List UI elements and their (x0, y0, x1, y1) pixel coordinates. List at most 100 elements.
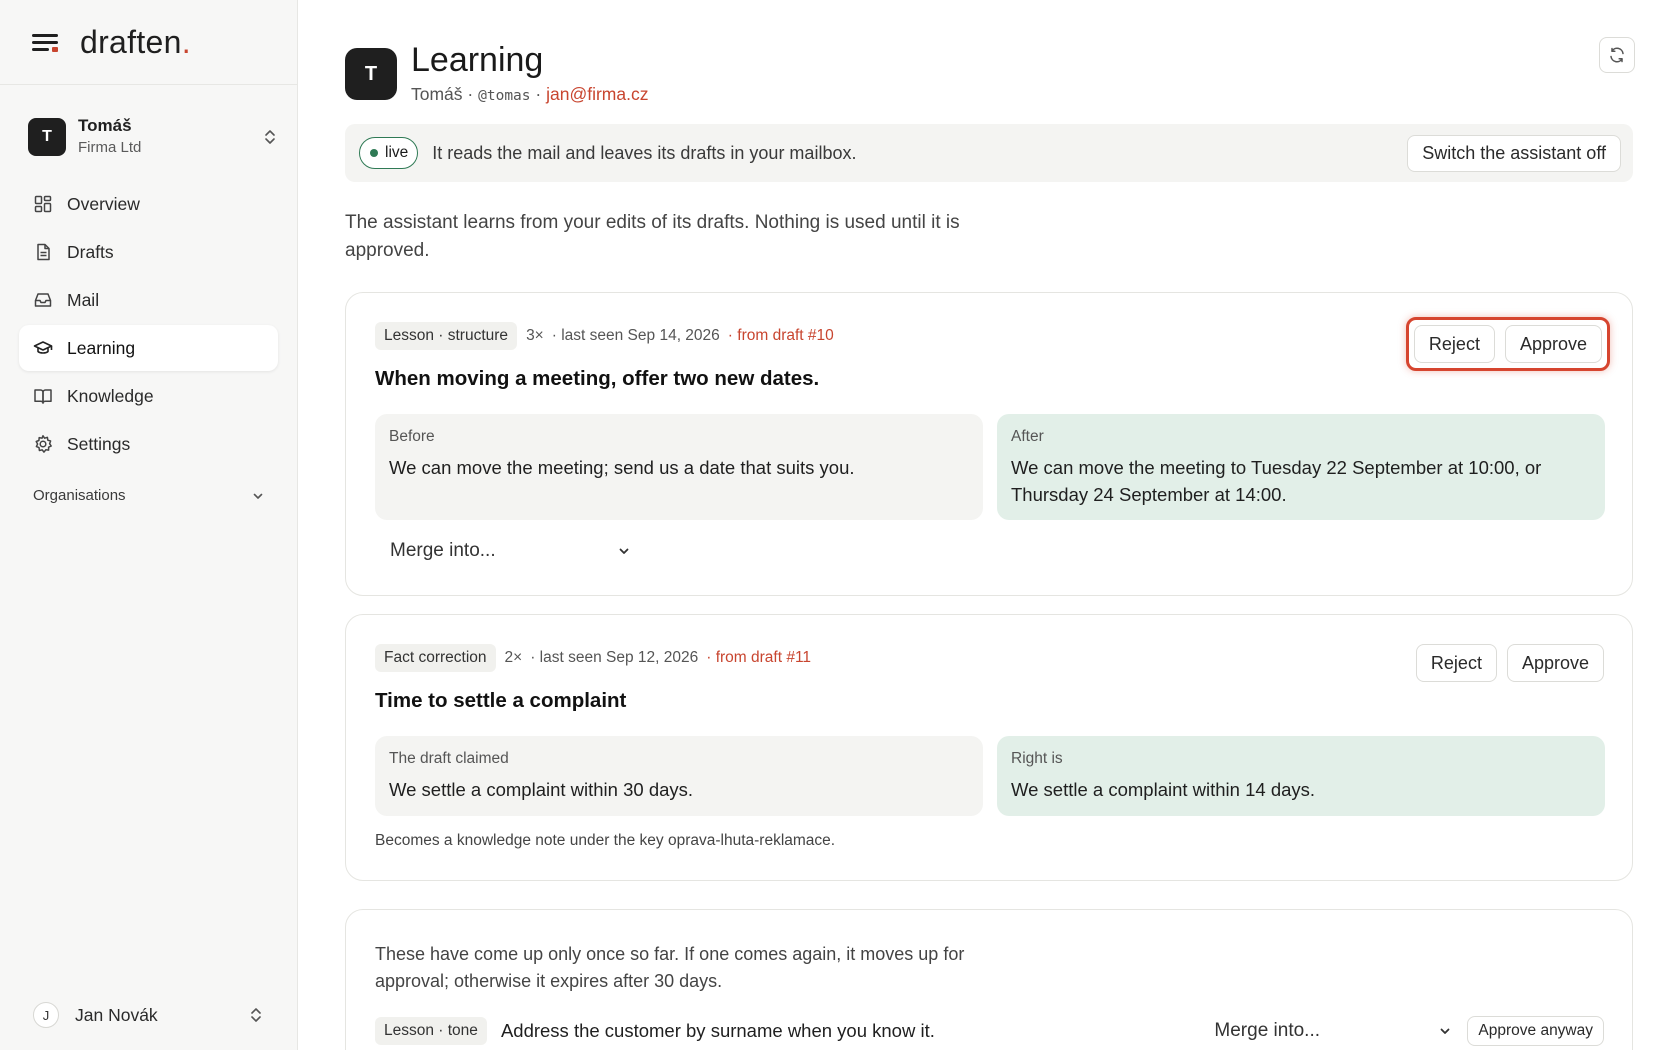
lesson-actions: Reject Approve (1405, 317, 1610, 371)
user-menu[interactable]: J Jan Novák (33, 1002, 263, 1028)
claimed-label: The draft claimed (389, 750, 509, 767)
gear-icon (33, 434, 53, 454)
chevron-down-icon (1441, 1028, 1450, 1034)
separator: · (467, 84, 474, 104)
chevron-down-icon (619, 548, 629, 554)
sidebar-item-drafts[interactable]: Drafts (19, 229, 278, 275)
lesson-title: Time to settle a complaint (375, 689, 627, 712)
chevron-up-down-icon (265, 130, 275, 144)
overview-icon (33, 194, 53, 214)
before-box: Before We can move the meeting; send us … (375, 414, 983, 520)
brand-bar: draften. (0, 0, 297, 85)
organisations-label: Organisations (33, 487, 126, 504)
claimed-text: We settle a complaint within 30 days. (389, 779, 694, 800)
banner-text: It reads the mail and leaves its drafts … (432, 142, 857, 163)
account-org: Firma Ltd (78, 139, 142, 157)
menu-icon[interactable] (32, 32, 58, 52)
claimed-box: The draft claimed We settle a complaint … (375, 736, 983, 816)
correct-text: We settle a complaint within 14 days. (1011, 779, 1316, 800)
sidebar-item-label: Overview (67, 193, 140, 214)
user-avatar: J (33, 1002, 59, 1028)
claim-correction-compare: The draft claimed We settle a complaint … (375, 736, 1605, 816)
intro-text: The assistant learns from your edits of … (345, 212, 960, 261)
occurrence-count: 2× (504, 649, 523, 666)
sidebar-item-mail[interactable]: Mail (19, 277, 278, 323)
logo[interactable]: draften. (80, 24, 191, 61)
lesson-type-tag: Lesson · structure (375, 322, 518, 350)
last-seen: · last seen Sep 14, 2026 (551, 327, 720, 344)
lesson-meta: Lesson · structure 3× · last seen Sep 14… (375, 322, 834, 350)
page-title: Learning (411, 41, 544, 79)
correct-label: Right is (1011, 750, 1063, 767)
main-content: T Learning Tomáš · @tomas · jan@firma.cz… (345, 0, 1635, 1050)
mail-icon (33, 290, 53, 310)
account-avatar: T (28, 118, 66, 156)
merge-select-value: Merge into... (390, 540, 496, 561)
merge-select-value: Merge into... (1214, 1020, 1321, 1041)
reject-button[interactable]: Reject (1413, 325, 1495, 363)
sidebar-nav: Overview Drafts Mail Learning Knowledge (0, 181, 297, 467)
assistant-avatar: T (345, 48, 397, 100)
page-subtitle: Tomáš · @tomas · jan@firma.cz (411, 84, 648, 105)
source-draft-link[interactable]: · from draft #10 (728, 327, 834, 345)
chevron-down-icon (253, 493, 263, 499)
approve-button[interactable]: Approve (1506, 644, 1604, 682)
separator: · (535, 84, 542, 104)
approve-button[interactable]: Approve (1504, 325, 1602, 363)
sidebar-item-label: Knowledge (67, 385, 154, 406)
organisations-toggle[interactable]: Organisations (33, 487, 278, 504)
sidebar-item-overview[interactable]: Overview (19, 181, 278, 227)
status-dot-icon (370, 149, 378, 157)
sidebar-item-label: Drafts (67, 241, 114, 262)
knowledge-note-hint: Becomes a knowledge note under the key o… (375, 832, 836, 849)
fact-correction-card: Fact correction 2× · last seen Sep 12, 2… (345, 614, 1633, 881)
status-banner: live It reads the mail and leaves its dr… (345, 124, 1633, 182)
user-name: Jan Novák (75, 1004, 158, 1025)
after-text: We can move the meeting to Tuesday 22 Se… (1011, 457, 1542, 505)
pending-intro: These have come up only once so far. If … (375, 944, 965, 991)
merge-into-select[interactable]: Merge into... (375, 531, 645, 571)
page-header: T Learning Tomáš · @tomas · jan@firma.cz (345, 40, 648, 105)
switch-assistant-off-button[interactable]: Switch the assistant off (1407, 134, 1621, 172)
sidebar-item-settings[interactable]: Settings (19, 421, 278, 467)
book-icon (33, 386, 53, 406)
sidebar-item-label: Settings (67, 433, 131, 454)
pending-lesson-row: Lesson · tone Address the customer by su… (375, 1016, 1604, 1046)
account-name: Tomáš (78, 116, 132, 136)
sidebar: draften. T Tomáš Firma Ltd Overview Draf… (0, 0, 298, 1050)
owner-name: Tomáš (411, 84, 463, 104)
refresh-icon (1610, 47, 1624, 63)
owner-email-link[interactable]: jan@firma.cz (546, 84, 648, 104)
sidebar-item-label: Learning (67, 337, 136, 358)
sidebar-item-learning[interactable]: Learning (19, 325, 278, 371)
graduation-cap-icon (33, 338, 53, 358)
chevron-up-down-icon (251, 1008, 261, 1022)
occurrence-count: 3× (526, 327, 544, 344)
lesson-actions: Reject Approve (1415, 644, 1604, 682)
approve-anyway-button[interactable]: Approve anyway (1467, 1016, 1604, 1046)
sidebar-item-knowledge[interactable]: Knowledge (19, 373, 278, 419)
account-switcher[interactable]: T Tomáš Firma Ltd (28, 115, 277, 159)
owner-handle: @tomas (478, 88, 531, 104)
sidebar-item-label: Mail (67, 289, 100, 310)
before-after-compare: Before We can move the meeting; send us … (375, 414, 1605, 520)
drafts-icon (33, 242, 53, 262)
source-draft-link[interactable]: · from draft #11 (706, 649, 811, 667)
last-seen: · last seen Sep 12, 2026 (530, 649, 699, 666)
after-label: After (1011, 428, 1044, 445)
refresh-button[interactable] (1599, 37, 1635, 73)
after-box: After We can move the meeting to Tuesday… (997, 414, 1605, 520)
merge-into-select[interactable]: Merge into... (1206, 1020, 1451, 1042)
lesson-title: When moving a meeting, offer two new dat… (375, 367, 820, 390)
reject-button[interactable]: Reject (1415, 644, 1497, 682)
correct-box: Right is We settle a complaint within 14… (997, 736, 1605, 816)
pending-lesson-text: Address the customer by surname when you… (500, 1020, 935, 1041)
lesson-meta: Fact correction 2× · last seen Sep 12, 2… (375, 644, 811, 672)
before-text: We can move the meeting; send us a date … (389, 457, 855, 478)
pending-lessons-card: These have come up only once so far. If … (345, 909, 1633, 1050)
lesson-type-tag: Fact correction (375, 644, 496, 672)
before-label: Before (389, 428, 435, 445)
lesson-type-tag: Lesson · tone (375, 1017, 487, 1045)
live-status-badge: live (359, 137, 419, 169)
lesson-card: Lesson · structure 3× · last seen Sep 14… (345, 292, 1633, 596)
